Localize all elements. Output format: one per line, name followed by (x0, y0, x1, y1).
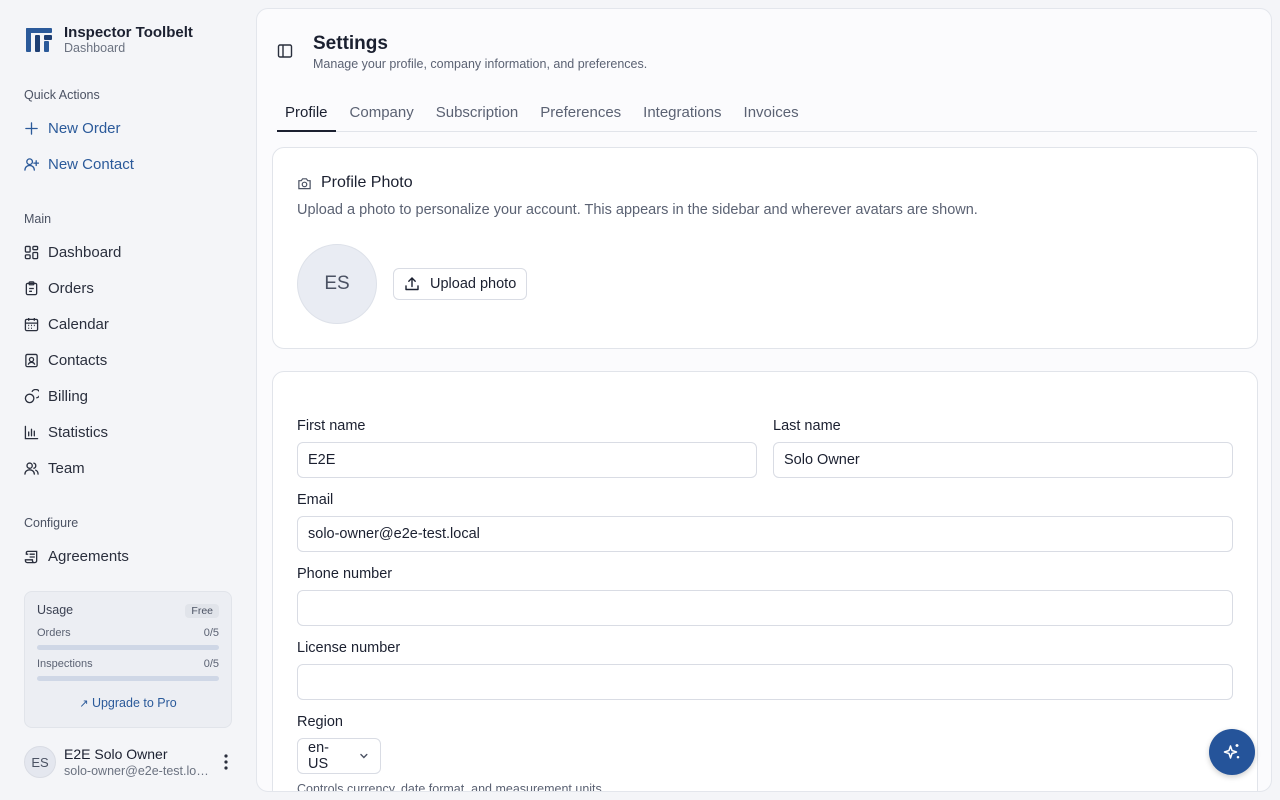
user-plus-icon (24, 157, 39, 171)
contact-card-icon (25, 353, 38, 367)
user-email: solo-owner@e2e-test.local (64, 763, 209, 778)
bar-chart-icon (24, 425, 39, 439)
phone-label: Phone number (297, 566, 393, 582)
section-label-quick-actions: Quick Actions (24, 88, 100, 102)
calendar-icon (24, 317, 39, 331)
card-title-text: Profile Photo (321, 174, 413, 191)
page-title: Settings (313, 33, 388, 54)
main-panel: Settings Manage your profile, company in… (256, 8, 1272, 792)
last-name-input[interactable] (773, 442, 1233, 478)
settings-tabs: Profile Company Subscription Preferences… (277, 97, 1257, 132)
sidebar-toggle-icon[interactable] (277, 43, 293, 59)
sidebar: Inspector Toolbelt Dashboard Quick Actio… (0, 0, 256, 800)
section-label-main: Main (24, 212, 52, 226)
tab-integrations[interactable]: Integrations (635, 97, 729, 132)
new-order-button[interactable]: New Order (24, 116, 121, 140)
sidebar-item-label: Team (48, 459, 85, 477)
sidebar-item-statistics[interactable]: Statistics (24, 420, 108, 444)
new-contact-button[interactable]: New Contact (24, 152, 134, 176)
first-name-label: First name (297, 418, 366, 434)
region-hint: Controls currency, date format, and meas… (297, 782, 606, 792)
upload-photo-label: Upload photo (430, 276, 517, 292)
sidebar-item-contacts[interactable]: Contacts (24, 348, 107, 372)
profile-avatar: ES (297, 244, 377, 324)
upload-photo-button[interactable]: Upload photo (393, 268, 528, 300)
sidebar-item-label: Dashboard (48, 243, 122, 261)
region-value: en-US (308, 740, 329, 772)
region-select[interactable]: en-US (297, 738, 381, 774)
new-order-label: New Order (48, 119, 121, 137)
chevron-down-icon (360, 753, 368, 759)
email-label: Email (297, 492, 334, 508)
brand-subtitle: Dashboard (64, 41, 126, 55)
page-description: Manage your profile, company information… (313, 57, 648, 71)
grid-icon (24, 245, 39, 259)
sidebar-item-orders[interactable]: Orders (24, 276, 94, 300)
sidebar-item-label: Calendar (48, 315, 109, 333)
sidebar-item-calendar[interactable]: Calendar (24, 312, 109, 336)
scroll-icon (24, 550, 38, 563)
user-name: E2E Solo Owner (64, 745, 168, 762)
usage-card: Usage Free Orders 0/5 Inspections 0/5 ↗ … (24, 591, 232, 728)
usage-row-orders: Orders 0/5 (37, 627, 219, 639)
usage-row-value: 0/5 (203, 627, 219, 639)
usage-row-label: Orders (37, 627, 71, 639)
section-label-configure: Configure (24, 516, 79, 530)
clipboard-icon (25, 280, 38, 295)
brand[interactable]: Inspector Toolbelt Dashboard (24, 24, 193, 56)
region-label: Region (297, 714, 343, 730)
license-input[interactable] (297, 664, 1233, 700)
usage-bar-inspections (37, 676, 219, 681)
tab-company[interactable]: Company (342, 97, 422, 132)
sidebar-item-billing[interactable]: Billing (24, 384, 88, 408)
profile-photo-description: Upload a photo to personalize your accou… (297, 202, 978, 218)
sidebar-item-label: Contacts (48, 351, 108, 369)
sidebar-item-label: Agreements (48, 547, 129, 565)
tab-profile[interactable]: Profile (277, 97, 336, 132)
sparkles-icon (1223, 744, 1240, 759)
brand-logo-icon (26, 28, 52, 52)
sidebar-item-label: Statistics (48, 423, 109, 441)
email-field[interactable] (297, 516, 1233, 552)
plan-badge: Free (185, 604, 219, 618)
sidebar-item-label: Billing (48, 387, 89, 405)
license-label: License number (297, 640, 401, 656)
upgrade-to-pro-link[interactable]: ↗ Upgrade to Pro (25, 696, 231, 710)
coins-icon (24, 388, 39, 403)
usage-row-inspections: Inspections 0/5 (37, 658, 219, 670)
profile-details-card: First name Last name Email Phone number … (272, 371, 1258, 792)
user-menu[interactable]: ES E2E Solo Owner solo-owner@e2e-test.lo… (24, 744, 238, 780)
camera-icon (298, 177, 311, 189)
new-contact-label: New Contact (48, 155, 134, 173)
last-name-label: Last name (773, 418, 841, 434)
tab-preferences[interactable]: Preferences (532, 97, 629, 132)
usage-row-label: Inspections (37, 658, 93, 670)
users-icon (24, 461, 39, 475)
sidebar-item-team[interactable]: Team (24, 456, 85, 480)
usage-row-value: 0/5 (203, 658, 219, 670)
arrow-up-right-icon: ↗ (79, 698, 89, 710)
profile-photo-title: Profile Photo (297, 174, 413, 192)
sidebar-item-agreements[interactable]: Agreements (24, 544, 129, 568)
plus-icon (25, 121, 38, 135)
first-name-input[interactable] (297, 442, 757, 478)
upgrade-label: Upgrade to Pro (91, 696, 177, 710)
profile-photo-card: Profile Photo Upload a photo to personal… (272, 147, 1258, 349)
more-vertical-icon[interactable] (220, 752, 232, 772)
upload-icon (405, 277, 419, 291)
ai-assistant-button[interactable] (1209, 729, 1255, 775)
sidebar-item-dashboard[interactable]: Dashboard (24, 240, 121, 264)
brand-name: Inspector Toolbelt (64, 24, 193, 41)
phone-input[interactable] (297, 590, 1233, 626)
avatar: ES (24, 746, 56, 778)
tab-subscription[interactable]: Subscription (428, 97, 527, 132)
sidebar-item-label: Orders (48, 279, 94, 297)
tab-invoices[interactable]: Invoices (736, 97, 807, 132)
usage-bar-orders (37, 645, 219, 650)
